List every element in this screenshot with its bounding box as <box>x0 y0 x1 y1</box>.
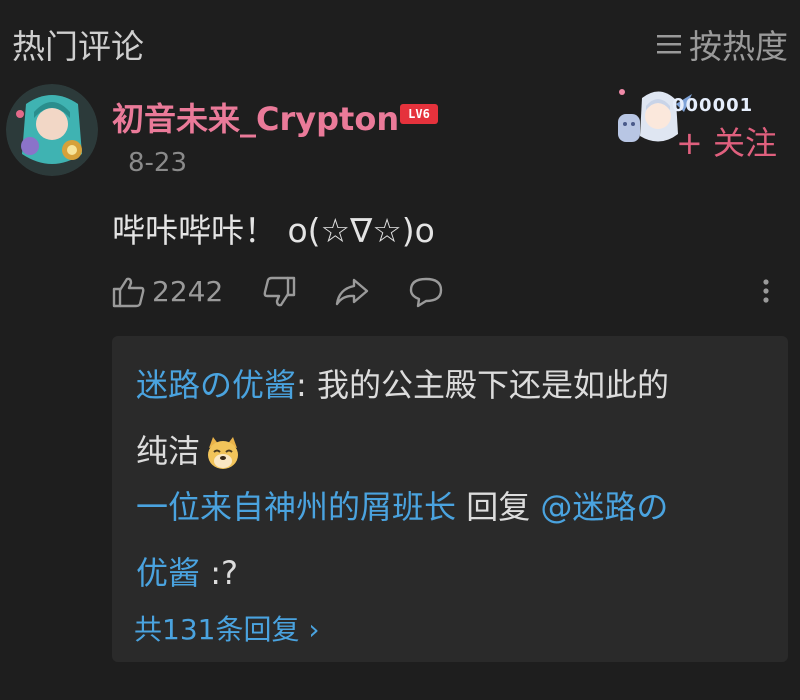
thumb-up-icon <box>112 277 145 307</box>
comment-icon <box>409 277 443 307</box>
reply-1-line-2: 纯洁 <box>136 426 242 472</box>
level-badge: LV6 <box>400 104 438 124</box>
share-icon <box>335 278 369 305</box>
comments-header-title: 热门评论 <box>12 27 144 66</box>
sort-label: 按热度 <box>689 27 788 66</box>
fan-badge-number: 000001 <box>672 95 754 116</box>
menu-icon <box>657 35 681 54</box>
reply-2-line-2: 优酱 :? <box>136 548 238 594</box>
username[interactable]: 初音未来_Crypton <box>112 94 399 140</box>
reply-2-line-1: 一位来自神州的屑班长 回复 @迷路の <box>136 482 668 528</box>
reply-2-mention[interactable]: @迷路の <box>540 488 668 526</box>
reply-1-user[interactable]: 迷路の优酱 <box>136 366 296 404</box>
share-button[interactable] <box>334 277 408 307</box>
comment-date: 8-23 <box>128 148 188 178</box>
reply-2-user[interactable]: 一位来自神州的屑班长 <box>136 488 456 526</box>
reply-2-mention-cont[interactable]: 优酱 <box>136 554 200 592</box>
replies-box: 迷路の优酱: 我的公主殿下还是如此的 纯洁 一位来自神州的屑班长 回复 @迷路の… <box>112 336 788 662</box>
like-button[interactable]: 2242 <box>112 275 262 308</box>
sort-button[interactable]: 按热度 <box>657 20 788 68</box>
view-all-replies-link[interactable]: 共131条回复 › <box>134 608 320 648</box>
reply-1-text-cont: 纯洁 <box>136 432 201 470</box>
thumb-down-icon <box>263 276 296 306</box>
comment-text: 哔咔哔咔！ o(☆∇☆)o <box>112 211 435 250</box>
like-count: 2242 <box>152 275 224 308</box>
reply-1-line-1: 迷路の优酱: 我的公主殿下还是如此的 <box>136 360 669 406</box>
doge-emoji <box>208 437 239 469</box>
follow-button[interactable]: + 关注 <box>676 118 777 164</box>
more-icon[interactable] <box>756 278 776 304</box>
reply-2-text: :? <box>200 554 238 592</box>
avatar[interactable] <box>6 84 98 176</box>
reply-2-reply-word: 回复 <box>456 488 541 526</box>
reply-1-separator: : <box>296 366 317 404</box>
reply-1-text: 我的公主殿下还是如此的 <box>316 366 669 404</box>
comment-actions: 2242 <box>112 275 444 308</box>
reply-button[interactable] <box>408 276 444 308</box>
dislike-button[interactable] <box>262 276 334 308</box>
